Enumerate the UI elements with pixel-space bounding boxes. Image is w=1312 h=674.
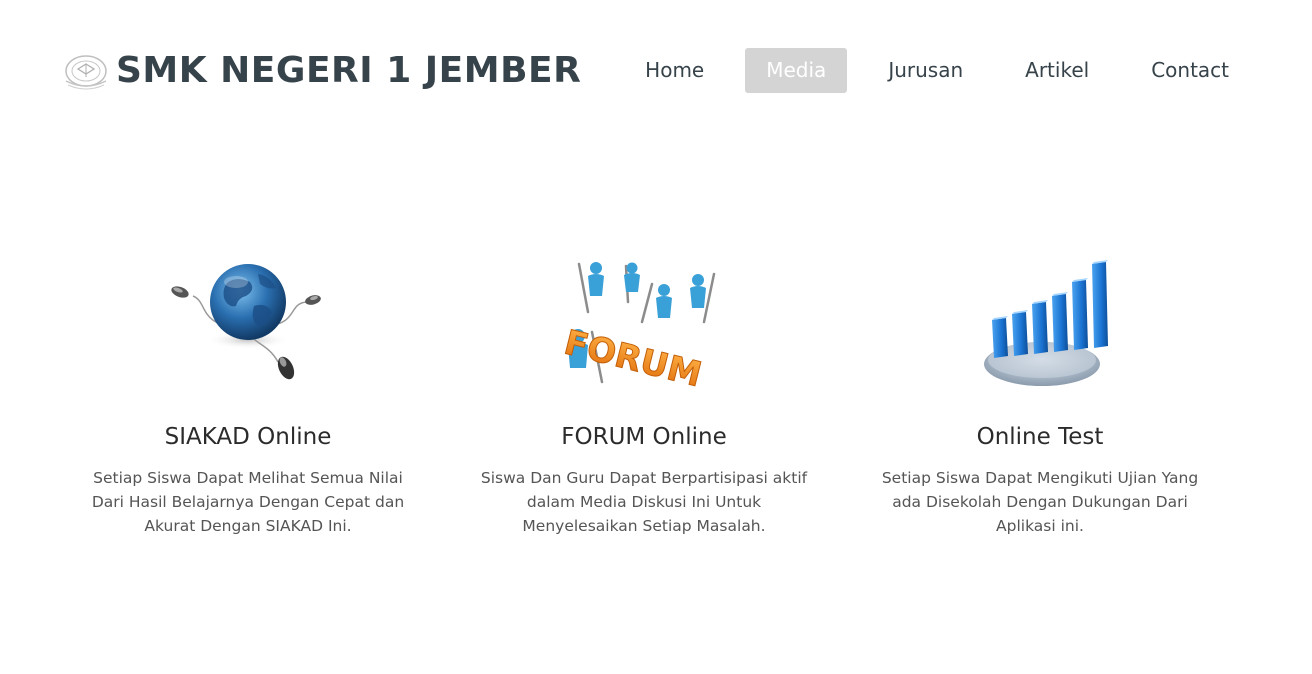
nav-item-jurusan[interactable]: Jurusan: [867, 48, 984, 93]
feature-title: Online Test: [976, 424, 1104, 450]
svg-text:FORUM: FORUM: [560, 323, 705, 392]
feature-description: Setiap Siswa Dapat Melihat Semua Nilai D…: [91, 469, 405, 535]
bar-chart-icon[interactable]: [950, 252, 1130, 392]
globe-network-icon[interactable]: [158, 252, 338, 392]
feature-online-test: Online Test Setiap Siswa Dapat Mengikuti…: [842, 252, 1238, 538]
nav-item-contact[interactable]: Contact: [1130, 48, 1250, 93]
feature-description: Siswa Dan Guru Dapat Berpartisipasi akti…: [480, 469, 808, 535]
feature-title: FORUM Online: [561, 424, 727, 450]
page: SMK NEGERI 1 JEMBER Home Media Jurusan A…: [0, 0, 1312, 674]
forum-people-icon[interactable]: FORUM: [554, 252, 734, 392]
nav-item-home[interactable]: Home: [624, 48, 725, 93]
feature-description: Setiap Siswa Dapat Mengikuti Ujian Yang …: [881, 469, 1199, 535]
brand-link[interactable]: SMK NEGERI 1 JEMBER: [62, 48, 581, 94]
feature-forum: FORUM FORUM Online Siswa Dan Guru Dapat …: [446, 252, 842, 538]
main-nav: Home Media Jurusan Artikel Contact: [630, 48, 1250, 93]
nav-item-media[interactable]: Media: [745, 48, 848, 93]
features-section: SIAKAD Online Setiap Siswa Dapat Melihat…: [50, 252, 1238, 538]
brand-name: SMK NEGERI 1 JEMBER: [116, 50, 582, 91]
feature-siakad: SIAKAD Online Setiap Siswa Dapat Melihat…: [50, 252, 446, 538]
school-emblem-icon: [65, 55, 107, 90]
nav-item-artikel[interactable]: Artikel: [1004, 48, 1110, 93]
feature-title: SIAKAD Online: [164, 424, 332, 450]
